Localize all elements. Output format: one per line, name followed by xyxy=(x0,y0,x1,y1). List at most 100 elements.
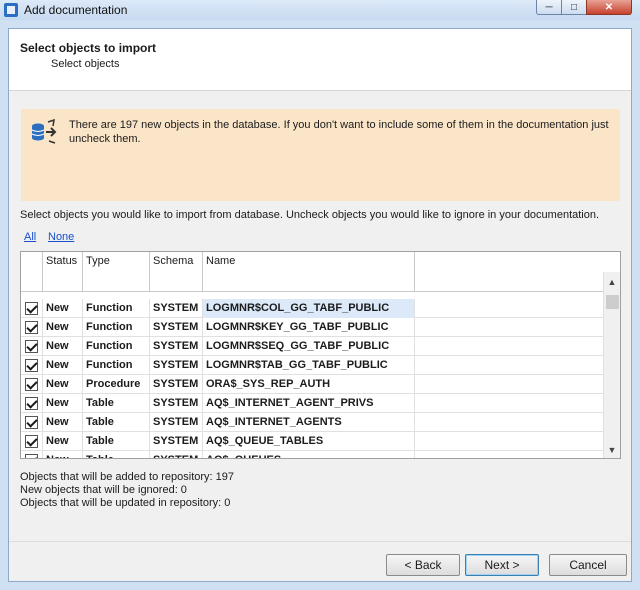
cancel-button[interactable]: Cancel xyxy=(549,554,627,576)
grid-header: Status Type Schema Name xyxy=(21,252,611,272)
cell-name: LOGMNR$COL_GG_TABF_PUBLIC xyxy=(203,299,415,318)
cell-schema: SYSTEM xyxy=(150,337,203,356)
cell-type: Table xyxy=(83,451,150,458)
row-checkbox[interactable] xyxy=(25,397,38,410)
header-checkbox-column[interactable] xyxy=(21,252,43,272)
step-title: Select objects to import xyxy=(20,41,157,55)
title-bar: Add documentation ─ □ ✕ xyxy=(0,0,640,20)
cell-name: LOGMNR$KEY_GG_TABF_PUBLIC xyxy=(203,318,415,337)
cell-type: Function xyxy=(83,299,150,318)
table-row[interactable]: New Function SYSTEM LOGMNR$TAB_GG_TABF_P… xyxy=(21,356,611,375)
table-row[interactable]: New Table SYSTEM AQ$_INTERNET_AGENT_PRIV… xyxy=(21,394,611,413)
table-row[interactable]: New Function SYSTEM LOGMNR$SEQ_GG_TABF_P… xyxy=(21,337,611,356)
header-name[interactable]: Name xyxy=(203,252,415,272)
filter-schema[interactable] xyxy=(150,272,203,291)
table-row[interactable]: New Table SYSTEM AQ$_QUEUE_TABLES xyxy=(21,432,611,451)
select-none-link[interactable]: None xyxy=(48,231,74,243)
objects-grid[interactable]: Status Type Schema Name New Function SYS… xyxy=(20,251,621,459)
summary-updated: Objects that will be updated in reposito… xyxy=(20,497,231,509)
row-checkbox[interactable] xyxy=(25,302,38,315)
header-filler xyxy=(415,252,611,272)
cell-filler xyxy=(415,413,611,432)
cell-name: AQ$_INTERNET_AGENT_PRIVS xyxy=(203,394,415,413)
cell-filler xyxy=(415,432,611,451)
database-import-icon xyxy=(31,119,57,144)
cell-status: New xyxy=(43,432,83,451)
header-status[interactable]: Status xyxy=(43,252,83,272)
summary-ignored: New objects that will be ignored: 0 xyxy=(20,484,187,496)
info-text: There are 197 new objects in the databas… xyxy=(69,119,609,145)
row-checkbox[interactable] xyxy=(25,416,38,429)
row-checkbox[interactable] xyxy=(25,321,38,334)
cell-type: Function xyxy=(83,318,150,337)
minimize-button[interactable]: ─ xyxy=(536,0,562,15)
scroll-down-icon[interactable]: ▼ xyxy=(604,442,620,458)
cell-status: New xyxy=(43,318,83,337)
cell-type: Table xyxy=(83,413,150,432)
table-row[interactable]: New Table SYSTEM AQ$_QUEUES xyxy=(21,451,611,458)
cell-type: Table xyxy=(83,432,150,451)
cell-schema: SYSTEM xyxy=(150,318,203,337)
header-schema[interactable]: Schema xyxy=(150,252,203,272)
instructions-text: Select objects you would like to import … xyxy=(20,209,600,221)
summary-block: Objects that will be added to repository… xyxy=(20,471,234,510)
cell-schema: SYSTEM xyxy=(150,299,203,318)
cell-status: New xyxy=(43,451,83,458)
row-checkbox[interactable] xyxy=(25,359,38,372)
cell-schema: SYSTEM xyxy=(150,356,203,375)
filter-status[interactable] xyxy=(43,272,83,291)
cell-status: New xyxy=(43,299,83,318)
cell-schema: SYSTEM xyxy=(150,432,203,451)
filter-row[interactable] xyxy=(21,272,611,292)
row-checkbox[interactable] xyxy=(25,435,38,448)
cell-filler xyxy=(415,375,611,394)
row-checkbox[interactable] xyxy=(25,378,38,391)
cell-filler xyxy=(415,299,611,318)
cell-type: Table xyxy=(83,394,150,413)
cell-type: Function xyxy=(83,356,150,375)
table-row[interactable]: New Function SYSTEM LOGMNR$COL_GG_TABF_P… xyxy=(21,299,611,318)
cell-status: New xyxy=(43,413,83,432)
cell-name: AQ$_INTERNET_AGENTS xyxy=(203,413,415,432)
grid-rows: New Function SYSTEM LOGMNR$COL_GG_TABF_P… xyxy=(21,299,611,458)
cell-filler xyxy=(415,394,611,413)
back-button[interactable]: < Back xyxy=(386,554,460,576)
table-row[interactable]: New Function SYSTEM LOGMNR$KEY_GG_TABF_P… xyxy=(21,318,611,337)
window-title: Add documentation xyxy=(24,3,128,17)
scroll-up-icon[interactable]: ▲ xyxy=(604,274,620,290)
maximize-button[interactable]: □ xyxy=(561,0,587,15)
app-icon xyxy=(4,3,18,17)
cell-schema: SYSTEM xyxy=(150,413,203,432)
cell-status: New xyxy=(43,394,83,413)
cell-name: LOGMNR$SEQ_GG_TABF_PUBLIC xyxy=(203,337,415,356)
cell-filler xyxy=(415,318,611,337)
filter-name[interactable] xyxy=(203,272,415,291)
table-row[interactable]: New Procedure SYSTEM ORA$_SYS_REP_AUTH xyxy=(21,375,611,394)
table-row[interactable]: New Table SYSTEM AQ$_INTERNET_AGENTS xyxy=(21,413,611,432)
cell-filler xyxy=(415,337,611,356)
cell-name: AQ$_QUEUES xyxy=(203,451,415,458)
footer-divider xyxy=(9,541,631,542)
cell-schema: SYSTEM xyxy=(150,451,203,458)
cell-type: Procedure xyxy=(83,375,150,394)
next-button[interactable]: Next > xyxy=(465,554,539,576)
scroll-thumb[interactable] xyxy=(606,295,619,309)
cell-filler xyxy=(415,451,611,458)
row-checkbox[interactable] xyxy=(25,340,38,353)
cell-schema: SYSTEM xyxy=(150,375,203,394)
cell-schema: SYSTEM xyxy=(150,394,203,413)
cell-type: Function xyxy=(83,337,150,356)
filter-cell[interactable] xyxy=(21,272,43,291)
vertical-scrollbar[interactable]: ▲ ▼ xyxy=(603,272,620,458)
wizard-header: Select objects to import Select objects xyxy=(9,29,631,91)
row-checkbox[interactable] xyxy=(25,454,38,458)
filter-type[interactable] xyxy=(83,272,150,291)
select-all-link[interactable]: All xyxy=(24,231,36,243)
cell-name: AQ$_QUEUE_TABLES xyxy=(203,432,415,451)
dialog-body: Select objects to import Select objects … xyxy=(8,28,632,582)
header-type[interactable]: Type xyxy=(83,252,150,272)
cell-filler xyxy=(415,356,611,375)
cell-status: New xyxy=(43,356,83,375)
cell-name: LOGMNR$TAB_GG_TABF_PUBLIC xyxy=(203,356,415,375)
close-button[interactable]: ✕ xyxy=(586,0,632,15)
